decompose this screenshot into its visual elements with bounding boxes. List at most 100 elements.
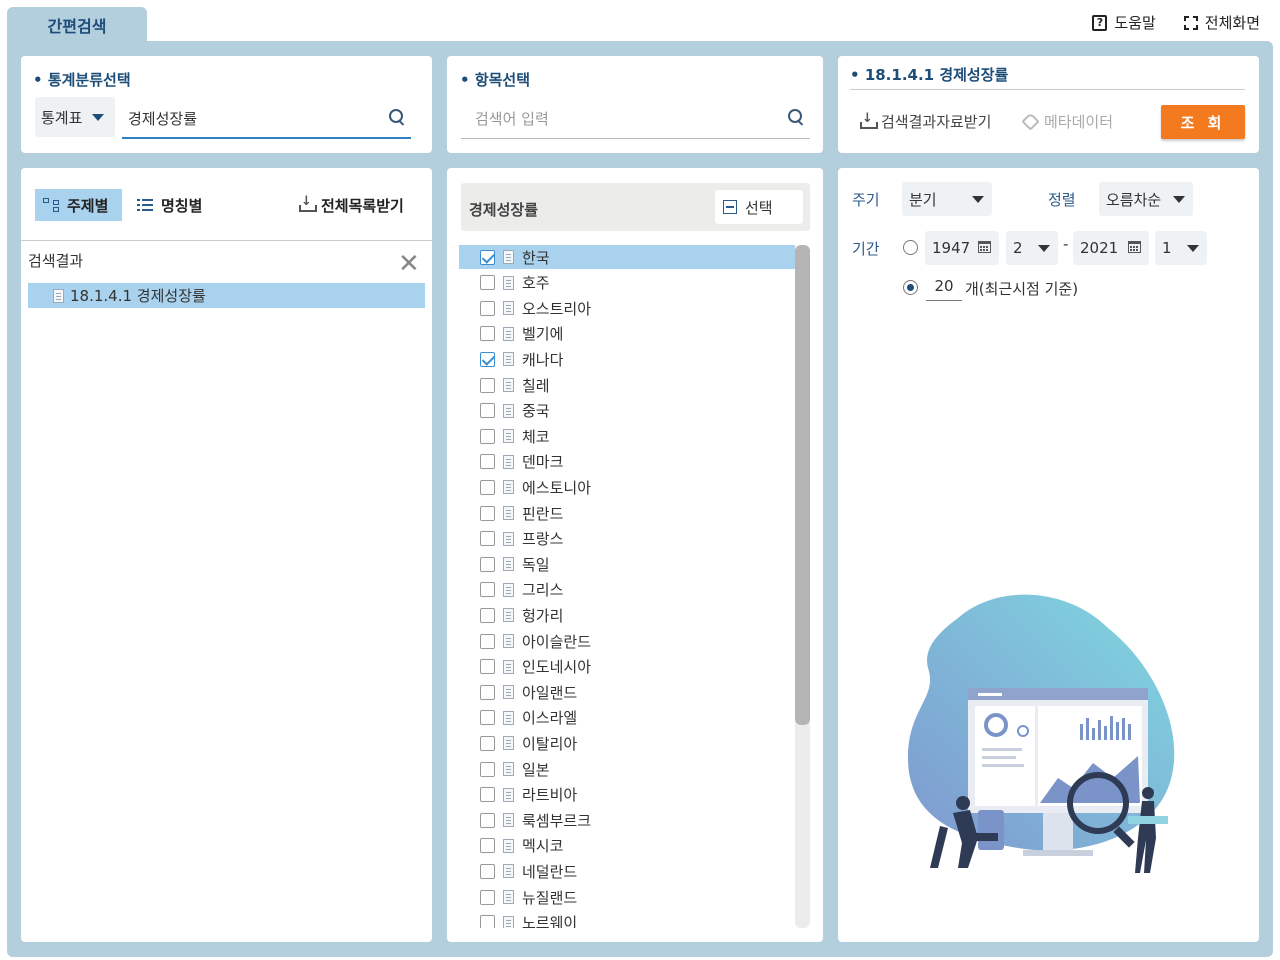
item-checkbox[interactable] [480,710,495,726]
item-checkbox[interactable] [480,351,495,367]
list-item[interactable]: 벨기에 [459,322,795,346]
item-checkbox[interactable] [480,735,495,751]
item-checkbox[interactable] [480,684,495,700]
list-item[interactable]: 오스트리아 [459,296,795,320]
start-quarter-select[interactable]: 2 [1006,231,1058,265]
download-results-button[interactable]: 검색결과자료받기 [860,111,991,132]
end-year-input[interactable]: 2021 [1073,231,1149,265]
list-item[interactable]: 칠레 [459,373,795,397]
item-checkbox[interactable] [480,607,495,623]
list-item[interactable]: 그리스 [459,578,795,602]
list-item[interactable]: 중국 [459,399,795,423]
item-checkbox[interactable] [480,300,495,316]
list-item[interactable]: 일본 [459,757,795,781]
file-icon [503,454,514,469]
list-item[interactable]: 아이슬란드 [459,629,795,653]
file-icon [503,762,514,776]
stat-search-input[interactable]: 경제성장률 [122,99,411,139]
file-icon [503,787,514,802]
item-checkbox[interactable] [480,787,495,803]
query-button[interactable]: 조 회 [1161,105,1245,139]
calendar-icon[interactable] [978,241,991,253]
item-checkbox[interactable] [480,812,495,828]
select-toggle-button[interactable]: 선택 [715,190,803,224]
item-checkbox[interactable] [480,403,495,419]
recent-count-input[interactable]: 20 [926,277,962,301]
metadata-button[interactable]: 메타데이터 [1021,111,1113,132]
item-checkbox[interactable] [480,454,495,470]
range-separator: - [1063,235,1069,253]
list-item[interactable]: 아일랜드 [459,680,795,704]
start-year-value: 1947 [932,239,971,257]
tab-by-subject[interactable]: 주제별 [35,189,122,221]
tab-by-name[interactable]: 명칭별 [129,189,210,221]
sort-select[interactable]: 오름차순 [1099,182,1193,216]
download-all-label: 전체목록받기 [321,196,404,215]
item-checkbox[interactable] [480,531,495,547]
list-item-label: 벨기에 [522,325,564,344]
list-item[interactable]: 호주 [459,271,795,295]
period-range-radio[interactable] [903,240,918,255]
item-checkbox[interactable] [480,582,495,598]
list-item[interactable]: 덴마크 [459,450,795,474]
cycle-select[interactable]: 분기 [902,182,992,216]
item-checkbox[interactable] [480,863,495,879]
list-item[interactable]: 뉴질랜드 [459,885,795,909]
download-icon [860,111,878,129]
item-checkbox[interactable] [480,838,495,854]
item-search-input[interactable]: 검색어 입력 [461,99,810,139]
start-year-input[interactable]: 1947 [925,231,999,265]
file-icon [503,378,514,392]
list-item[interactable]: 네덜란드 [459,859,795,883]
search-icon[interactable] [389,109,405,125]
download-all-button[interactable]: 전체목록받기 [291,189,412,221]
item-checkbox[interactable] [480,377,495,393]
item-checkbox[interactable] [480,428,495,444]
item-checkbox[interactable] [480,633,495,649]
list-item[interactable]: 한국 [459,245,795,269]
list-item[interactable]: 캐나다 [459,347,795,371]
file-icon [503,915,514,928]
list-item-label: 한국 [522,248,550,267]
item-checkbox[interactable] [480,889,495,905]
file-icon [503,326,514,341]
help-button[interactable]: ? 도움말 [1092,12,1156,33]
list-item[interactable]: 체코 [459,424,795,448]
item-checkbox[interactable] [480,505,495,521]
list-item[interactable]: 프랑스 [459,527,795,551]
list-item[interactable]: 에스토니아 [459,475,795,499]
list-item[interactable]: 독일 [459,552,795,576]
fullscreen-button[interactable]: 전체화면 [1183,12,1260,33]
period-recent-radio[interactable] [903,280,918,295]
list-item-label: 오스트리아 [522,299,592,318]
chevron-down-icon [92,113,105,121]
tab-simple-search[interactable]: 간편검색 [7,7,147,43]
list-item[interactable]: 이탈리아 [459,731,795,755]
list-item[interactable]: 노르웨이 [459,911,795,928]
item-checkbox[interactable] [480,659,495,675]
item-checkbox[interactable] [480,761,495,777]
close-icon[interactable]: ✕ [398,251,420,277]
item-checkbox[interactable] [480,275,495,291]
list-item[interactable]: 헝가리 [459,603,795,627]
stat-select-panel: 통계분류선택 통계표 경제성장률 [21,56,432,153]
search-icon[interactable] [788,109,804,125]
item-checkbox[interactable] [480,479,495,495]
end-quarter-select[interactable]: 1 [1155,231,1207,265]
item-checkbox[interactable] [480,326,495,342]
list-item[interactable]: 라트비아 [459,783,795,807]
item-checkbox[interactable] [480,556,495,572]
list-item[interactable]: 이스라엘 [459,706,795,730]
list-item[interactable]: 멕시코 [459,834,795,858]
list-item[interactable]: 룩셈부르크 [459,808,795,832]
category-select[interactable]: 통계표 [35,97,115,137]
tree-item[interactable]: 18.1.4.1 경제성장률 [28,283,425,308]
scrollbar-thumb[interactable] [795,245,810,725]
file-icon [503,429,514,444]
item-checkbox[interactable] [480,249,495,265]
list-item[interactable]: 인도네시아 [459,655,795,679]
list-item[interactable]: 핀란드 [459,501,795,525]
item-checkbox[interactable] [480,915,495,928]
calendar-icon[interactable] [1128,241,1141,253]
scrollbar[interactable] [795,245,810,928]
